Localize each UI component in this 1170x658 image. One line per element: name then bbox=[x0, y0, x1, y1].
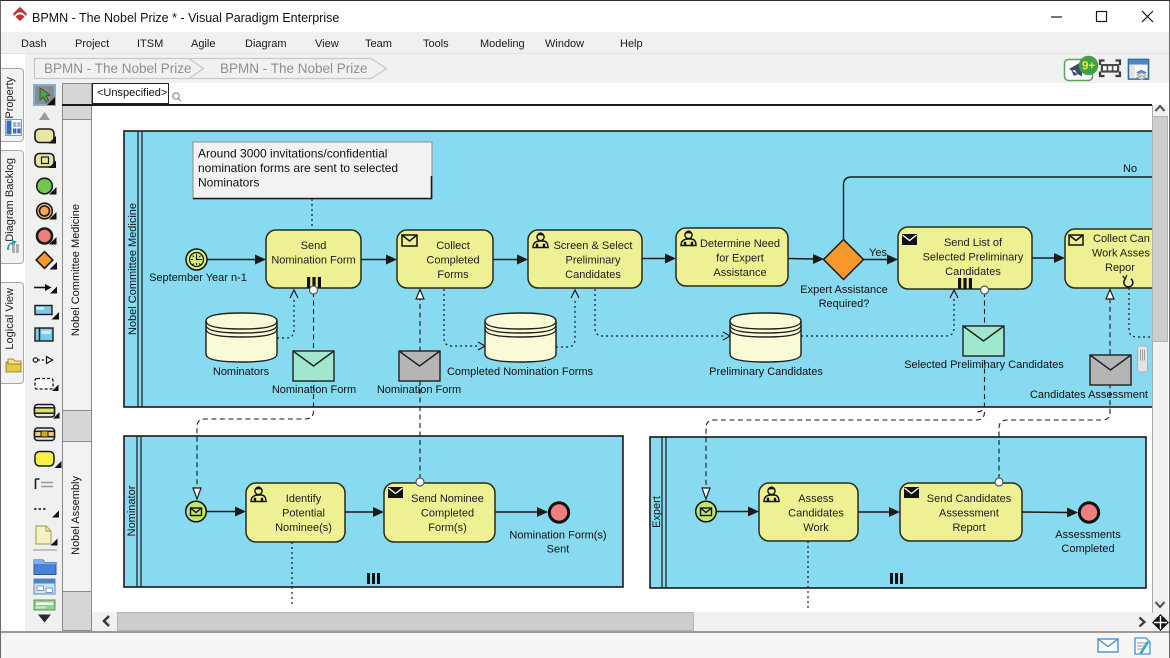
svg-text:Screen & Select: Screen & Select bbox=[554, 240, 633, 252]
svg-text:Nominators: Nominators bbox=[213, 366, 270, 378]
svg-text:Selected Preliminary Candidate: Selected Preliminary Candidates bbox=[904, 359, 1064, 371]
svg-text:Nomination Form: Nomination Form bbox=[377, 384, 461, 396]
svg-text:Assessment: Assessment bbox=[939, 508, 999, 520]
svg-text:BPMN - The Nobel Prize: BPMN - The Nobel Prize bbox=[44, 61, 192, 76]
svg-text:Report: Report bbox=[952, 522, 985, 534]
svg-text:No: No bbox=[1123, 163, 1137, 175]
svg-text:Determine Need: Determine Need bbox=[700, 238, 780, 250]
svg-text:Yes: Yes bbox=[869, 247, 887, 259]
svg-text:Nomination Form: Nomination Form bbox=[272, 384, 356, 396]
svg-text:Assess: Assess bbox=[798, 493, 834, 505]
svg-text:Work Asses: Work Asses bbox=[1092, 248, 1150, 260]
svg-text:Collect: Collect bbox=[436, 240, 470, 252]
svg-text:Nomination Form: Nomination Form bbox=[271, 255, 355, 267]
svg-text:nomination forms are sent to s: nomination forms are sent to selected bbox=[198, 161, 398, 175]
svg-text:Assistance: Assistance bbox=[713, 267, 766, 279]
svg-text:Work: Work bbox=[803, 522, 829, 534]
svg-text:Nomination Form(s): Nomination Form(s) bbox=[509, 530, 606, 542]
svg-text:Completed: Completed bbox=[1061, 543, 1114, 555]
svg-text:Completed: Completed bbox=[426, 255, 479, 267]
svg-text:Repor: Repor bbox=[1105, 262, 1135, 274]
svg-text:Form(s): Form(s) bbox=[428, 522, 467, 534]
svg-text:9+: 9+ bbox=[1082, 61, 1095, 73]
svg-text:Candidates: Candidates bbox=[565, 269, 621, 281]
svg-text:Expert: Expert bbox=[651, 496, 663, 528]
svg-text:Preliminary: Preliminary bbox=[565, 255, 621, 267]
svg-text:Candidates Assessment: Candidates Assessment bbox=[1030, 389, 1148, 401]
svg-text:Potential: Potential bbox=[282, 508, 325, 520]
svg-text:BPMN - The Nobel Prize: BPMN - The Nobel Prize bbox=[220, 61, 368, 76]
svg-text:Around 3000 invitations/confid: Around 3000 invitations/confidential bbox=[198, 147, 387, 161]
svg-text:Nominee(s): Nominee(s) bbox=[275, 522, 332, 534]
svg-text:Candidates: Candidates bbox=[788, 508, 844, 520]
svg-text:Sent: Sent bbox=[547, 544, 570, 556]
svg-text:Send Candidates: Send Candidates bbox=[927, 493, 1012, 505]
svg-text:Required?: Required? bbox=[819, 298, 870, 310]
svg-text:Nominator: Nominator bbox=[126, 485, 138, 536]
svg-text:Send: Send bbox=[301, 240, 327, 252]
svg-text:Expert Assistance: Expert Assistance bbox=[800, 284, 887, 296]
svg-text:Completed Nomination Forms: Completed Nomination Forms bbox=[447, 366, 594, 378]
svg-text:Completed: Completed bbox=[421, 508, 474, 520]
svg-text:Forms: Forms bbox=[437, 269, 469, 281]
svg-text:Candidates: Candidates bbox=[945, 266, 1001, 278]
svg-text:September Year n-1: September Year n-1 bbox=[149, 272, 247, 284]
svg-text:Send Nominee: Send Nominee bbox=[411, 493, 484, 505]
svg-text:Selected Preliminary: Selected Preliminary bbox=[923, 252, 1024, 264]
svg-text:Nobel Committee Medicine: Nobel Committee Medicine bbox=[127, 203, 139, 335]
svg-text:Collect Can: Collect Can bbox=[1093, 233, 1150, 245]
svg-text:Preliminary Candidates: Preliminary Candidates bbox=[709, 366, 823, 378]
svg-text:Send List of: Send List of bbox=[944, 237, 1003, 249]
svg-text:for Expert: for Expert bbox=[716, 253, 764, 265]
svg-text:Identify: Identify bbox=[286, 493, 322, 505]
svg-text:Nominators: Nominators bbox=[198, 176, 259, 190]
svg-text:Assessments: Assessments bbox=[1055, 529, 1121, 541]
